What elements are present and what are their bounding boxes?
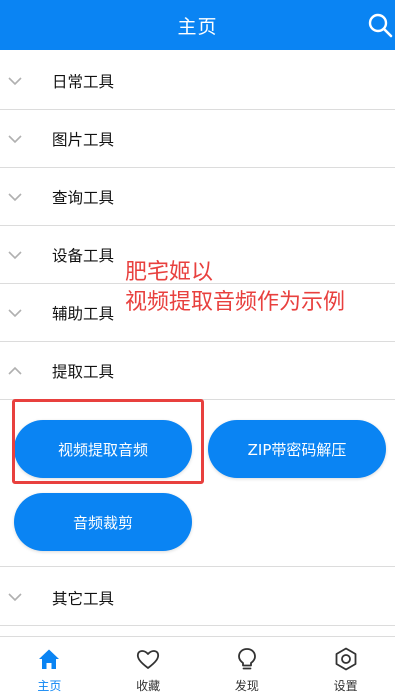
category-query-tools[interactable]: 查询工具 [0, 168, 395, 226]
category-other-tools[interactable]: 其它工具 [0, 568, 395, 626]
annotation-line-2: 视频提取音频作为示例 [125, 290, 346, 315]
tab-favorites[interactable]: 收藏 [99, 637, 198, 696]
category-image-tools[interactable]: 图片工具 [0, 110, 395, 168]
annotation-line-1: 肥宅姬以 [125, 260, 214, 285]
home-icon [39, 649, 60, 669]
chevron-down-icon [8, 250, 22, 260]
category-extract-tools[interactable]: 提取工具 [0, 342, 395, 400]
category-label: 日常工具 [52, 72, 115, 91]
chevron-down-icon [8, 76, 22, 86]
bottom-tab-bar: 主页 收藏 发现 设置 [0, 636, 395, 696]
category-daily-tools[interactable]: 日常工具 [0, 52, 395, 110]
search-icon [368, 13, 393, 38]
annotation-text: 肥宅姬以 视频提取音频作为示例 [125, 258, 345, 318]
page-title: 主页 [177, 15, 218, 38]
tab-label: 主页 [37, 679, 62, 693]
chevron-down-icon [8, 592, 22, 602]
tab-discover[interactable]: 发现 [198, 637, 297, 696]
chevron-down-icon [8, 192, 22, 202]
heart-icon [137, 650, 160, 669]
audio-trim-button[interactable]: 音频裁剪 [14, 493, 192, 551]
category-label: 其它工具 [52, 590, 115, 608]
chevron-down-icon [8, 308, 22, 318]
category-label: 查询工具 [52, 188, 115, 207]
zip-password-unzip-button[interactable]: ZIP带密码解压 [208, 420, 386, 478]
tab-home[interactable]: 主页 [0, 637, 99, 696]
app-header: 主页 [0, 0, 395, 50]
tool-category-list: 日常工具 图片工具 查询工具 设备工具 辅助工具 提取工具 [0, 52, 395, 400]
category-label: 提取工具 [52, 362, 115, 381]
gear-icon [335, 647, 357, 671]
extract-tools-panel: 视频提取音频 ZIP带密码解压 音频裁剪 [0, 402, 395, 567]
search-button[interactable] [367, 12, 393, 38]
tab-label: 收藏 [136, 679, 161, 693]
chevron-up-icon [8, 366, 22, 376]
category-label: 设备工具 [52, 246, 115, 265]
category-label: 辅助工具 [52, 304, 115, 323]
category-label: 图片工具 [52, 130, 115, 149]
chevron-down-icon [8, 134, 22, 144]
tab-settings[interactable]: 设置 [296, 637, 395, 696]
video-extract-audio-button[interactable]: 视频提取音频 [14, 420, 192, 478]
tab-label: 设置 [333, 679, 358, 693]
bulb-icon [237, 648, 256, 670]
tab-label: 发现 [234, 679, 259, 693]
